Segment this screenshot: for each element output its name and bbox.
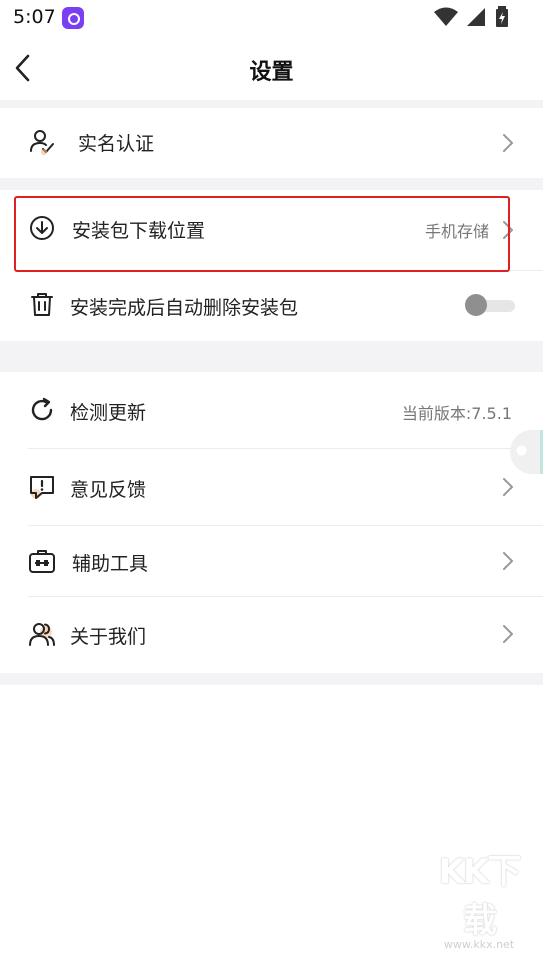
check-update-label: 检测更新 (70, 402, 147, 424)
auto-delete-label: 安装完成后自动删除安装包 (70, 297, 299, 319)
section-gap (0, 341, 543, 372)
current-version-value: 当前版本:7.5.1 (401, 404, 512, 423)
highlight-annotation (14, 196, 510, 272)
section-gap (0, 178, 543, 190)
chevron-right-icon (503, 478, 513, 496)
feedback-icon (30, 476, 54, 499)
feedback-label: 意见反馈 (70, 479, 147, 501)
status-time: 5:07 (13, 6, 56, 28)
refresh-icon (31, 397, 53, 421)
signal-icon (467, 8, 485, 26)
settings-item-feedback[interactable]: 意见反馈 (0, 449, 543, 525)
auto-delete-toggle[interactable] (465, 294, 515, 316)
trash-icon (31, 293, 53, 316)
section-gap (0, 673, 543, 685)
watermark: KK下载 www.kkx.net (429, 844, 529, 951)
users-icon (29, 623, 55, 646)
chevron-right-icon (503, 552, 513, 570)
watermark-url: www.kkx.net (443, 938, 515, 951)
about-label: 关于我们 (70, 626, 147, 648)
page-title: 设置 (249, 60, 294, 85)
chevron-right-icon (503, 625, 513, 643)
settings-item-auto-delete: 安装完成后自动删除安装包 (0, 271, 543, 341)
settings-item-verification[interactable]: 实名认证 (0, 108, 543, 178)
toggle-knob (465, 294, 487, 316)
tools-label: 辅助工具 (72, 553, 149, 575)
verification-label: 实名认证 (78, 133, 155, 155)
battery-icon (496, 6, 508, 27)
nav-bar: 设置 (0, 36, 543, 100)
toolbox-icon (29, 550, 55, 573)
settings-item-about[interactable]: 关于我们 (0, 597, 543, 673)
status-bar: 5:07 (0, 0, 543, 36)
settings-item-check-update[interactable]: 检测更新 当前版本:7.5.1 (0, 372, 543, 448)
side-bubble-icon: ● (516, 443, 528, 458)
chevron-right-icon (503, 134, 513, 152)
watermark-logo: KK下载 (438, 852, 522, 941)
settings-item-tools[interactable]: 辅助工具 (0, 526, 543, 596)
wifi-icon (434, 7, 458, 26)
app-notification-icon (62, 7, 84, 29)
user-check-icon (30, 130, 54, 155)
section-gap (0, 100, 543, 108)
